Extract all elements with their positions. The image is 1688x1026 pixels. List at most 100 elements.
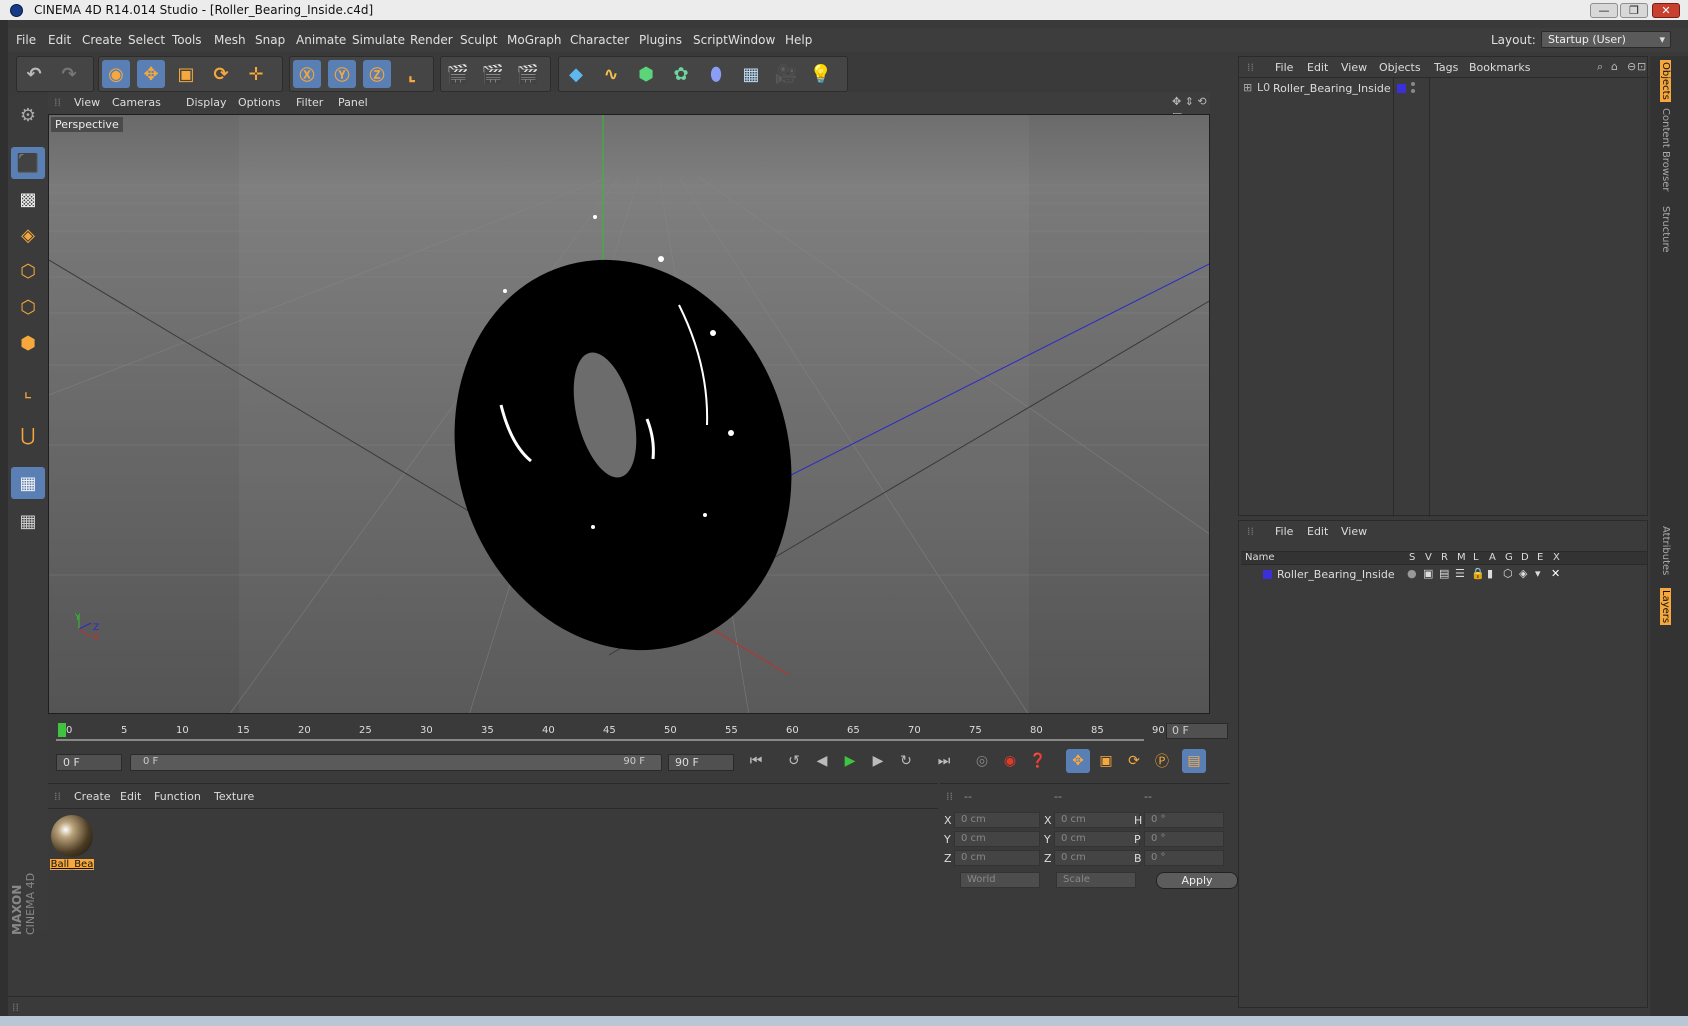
texture-mode-icon[interactable]: ▩ (11, 183, 45, 215)
points-mode-icon[interactable]: ⬡ (11, 255, 45, 287)
menu-script[interactable]: Script (693, 33, 728, 47)
previous-frame-icon[interactable]: ◀ (810, 749, 834, 773)
viewport-menu-display[interactable]: Display (186, 96, 227, 109)
perspective-viewport[interactable]: Perspective Y Z X (48, 114, 1210, 714)
object-menu-bookmarks[interactable]: Bookmarks (1469, 61, 1530, 74)
key-position-icon[interactable]: ✥ (1066, 749, 1090, 773)
render-toggle-icon[interactable]: ▤ (1439, 567, 1449, 580)
object-menu-edit[interactable]: Edit (1307, 61, 1328, 74)
search-icon[interactable]: ⌕ (1597, 60, 1603, 74)
restore-button[interactable]: ❐ (1620, 3, 1648, 18)
layer-menu-view[interactable]: View (1341, 525, 1367, 538)
manager-toggle-icon[interactable]: ☰ (1455, 567, 1465, 580)
move-icon[interactable]: ✥ (137, 60, 165, 88)
key-scale-icon[interactable]: ▣ (1094, 749, 1118, 773)
redo-icon[interactable]: ↷ (55, 60, 83, 88)
menu-mesh[interactable]: Mesh (214, 33, 246, 47)
render-visibility-dot[interactable] (1411, 89, 1415, 93)
axis-mode-icon[interactable]: ⌞ (11, 375, 45, 407)
subdivision-icon[interactable]: ⬢ (632, 60, 660, 88)
layer-row[interactable]: Roller_Bearing_Inside ● ▣ ▤ ☰ 🔒 ▮ ⬡ ◈ ▾ … (1241, 567, 1647, 583)
edges-mode-icon[interactable]: ⬡ (11, 291, 45, 323)
home-icon[interactable]: ⌂ (1611, 60, 1618, 73)
menu-help[interactable]: Help (785, 33, 812, 47)
x-axis-lock-icon[interactable]: Ⓧ (293, 60, 321, 88)
previous-key-icon[interactable]: ↺ (782, 749, 806, 773)
apply-button[interactable]: Apply (1156, 872, 1238, 889)
polygons-mode-icon[interactable]: ⬢ (11, 327, 45, 359)
object-menu-view[interactable]: View (1341, 61, 1367, 74)
pos-z-field[interactable]: 0 cm (954, 850, 1040, 866)
material-menu-texture[interactable]: Texture (214, 790, 254, 803)
layer-menu-file[interactable]: File (1275, 525, 1293, 538)
start-frame-field[interactable]: 0 F (56, 754, 122, 771)
workplane-lock-icon[interactable]: ▦ (11, 467, 45, 499)
preview-range-slider[interactable]: 0 F 90 F (130, 754, 662, 771)
menu-window[interactable]: Window (728, 33, 775, 47)
record-keys-icon[interactable]: ◎ (970, 749, 994, 773)
z-axis-lock-icon[interactable]: Ⓩ (363, 60, 391, 88)
light-icon[interactable]: 💡 (807, 60, 835, 88)
end-frame-field[interactable]: 90 F (668, 754, 734, 771)
viewport-menu-options[interactable]: Options (238, 96, 280, 109)
pos-y-field[interactable]: 0 cm (954, 831, 1040, 847)
lock-toggle-icon[interactable]: 🔒 (1471, 567, 1485, 580)
layer-menu-edit[interactable]: Edit (1307, 525, 1328, 538)
editor-visibility-dot[interactable] (1411, 82, 1415, 86)
deformer-toggle-icon[interactable]: ◈ (1519, 567, 1527, 580)
viewport-menu-view[interactable]: View (74, 96, 100, 109)
timeline-window-icon[interactable]: ▤ (1182, 749, 1206, 773)
current-frame-field[interactable]: 0 F (1166, 723, 1228, 739)
floor-icon[interactable]: ▦ (737, 60, 765, 88)
menu-character[interactable]: Character (570, 33, 629, 47)
soft-selection-icon[interactable]: ▦ (11, 505, 45, 537)
size-mode-dropdown[interactable]: Scale (1056, 872, 1136, 888)
live-selection-icon[interactable]: ◉ (102, 60, 130, 88)
layer-color-swatch[interactable] (1397, 84, 1406, 93)
pos-x-field[interactable]: 0 cm (954, 812, 1040, 828)
timeline-ruler[interactable]: 0 5 10 15 20 25 30 35 40 45 50 55 60 65 … (48, 715, 1228, 745)
camera-icon[interactable]: 🎥 (772, 60, 800, 88)
menu-render[interactable]: Render (410, 33, 453, 47)
autokey-icon[interactable]: ◉ (998, 749, 1022, 773)
minimize-button[interactable]: — (1590, 3, 1618, 18)
animation-toggle-icon[interactable]: ▮ (1487, 567, 1493, 580)
rot-p-field[interactable]: 0 ° (1144, 831, 1224, 847)
object-menu-tags[interactable]: Tags (1434, 61, 1458, 74)
size-z-field[interactable]: 0 cm (1054, 850, 1140, 866)
spline-icon[interactable]: ∿ (597, 60, 625, 88)
link-icon[interactable]: ⊖ (1627, 60, 1636, 73)
menu-tools[interactable]: Tools (172, 33, 202, 47)
layer-name[interactable]: Roller_Bearing_Inside (1277, 568, 1395, 581)
go-to-start-icon[interactable]: ⏮ (744, 749, 768, 773)
coordinate-system-icon[interactable]: ⌞ (398, 60, 426, 88)
key-parameter-icon[interactable]: Ⓟ (1150, 749, 1174, 773)
rot-b-field[interactable]: 0 ° (1144, 850, 1224, 866)
undo-icon[interactable]: ↶ (20, 60, 48, 88)
menu-select[interactable]: Select (128, 33, 165, 47)
view-toggle-icon[interactable]: ▣ (1423, 567, 1433, 580)
rotate-icon[interactable]: ⟳ (207, 60, 235, 88)
close-button[interactable]: ✕ (1652, 3, 1680, 18)
material-swatch[interactable]: Ball_Bea (50, 814, 94, 876)
next-key-icon[interactable]: ↻ (894, 749, 918, 773)
generator-toggle-icon[interactable]: ⬡ (1503, 567, 1513, 580)
play-icon[interactable]: ▶ (838, 749, 862, 773)
timeline-track[interactable] (56, 739, 1144, 741)
material-menu-function[interactable]: Function (154, 790, 201, 803)
menu-snap[interactable]: Snap (255, 33, 285, 47)
coordinate-space-dropdown[interactable]: World (960, 872, 1040, 888)
next-frame-icon[interactable]: ▶ (866, 749, 890, 773)
key-rotation-icon[interactable]: ⟳ (1122, 749, 1146, 773)
y-axis-lock-icon[interactable]: Ⓨ (328, 60, 356, 88)
menu-edit[interactable]: Edit (48, 33, 71, 47)
menu-mograph[interactable]: MoGraph (507, 33, 562, 47)
tab-objects[interactable]: Objects (1660, 60, 1671, 102)
viewport-menu-cameras[interactable]: Cameras (112, 96, 161, 109)
viewport-menu-panel[interactable]: Panel (338, 96, 368, 109)
deformer-icon[interactable]: ⬮ (702, 60, 730, 88)
current-frame-marker[interactable] (58, 723, 66, 737)
menu-sculpt[interactable]: Sculpt (460, 33, 497, 47)
rot-h-field[interactable]: 0 ° (1144, 812, 1224, 828)
magnet-icon[interactable]: ⋃ (11, 419, 45, 451)
